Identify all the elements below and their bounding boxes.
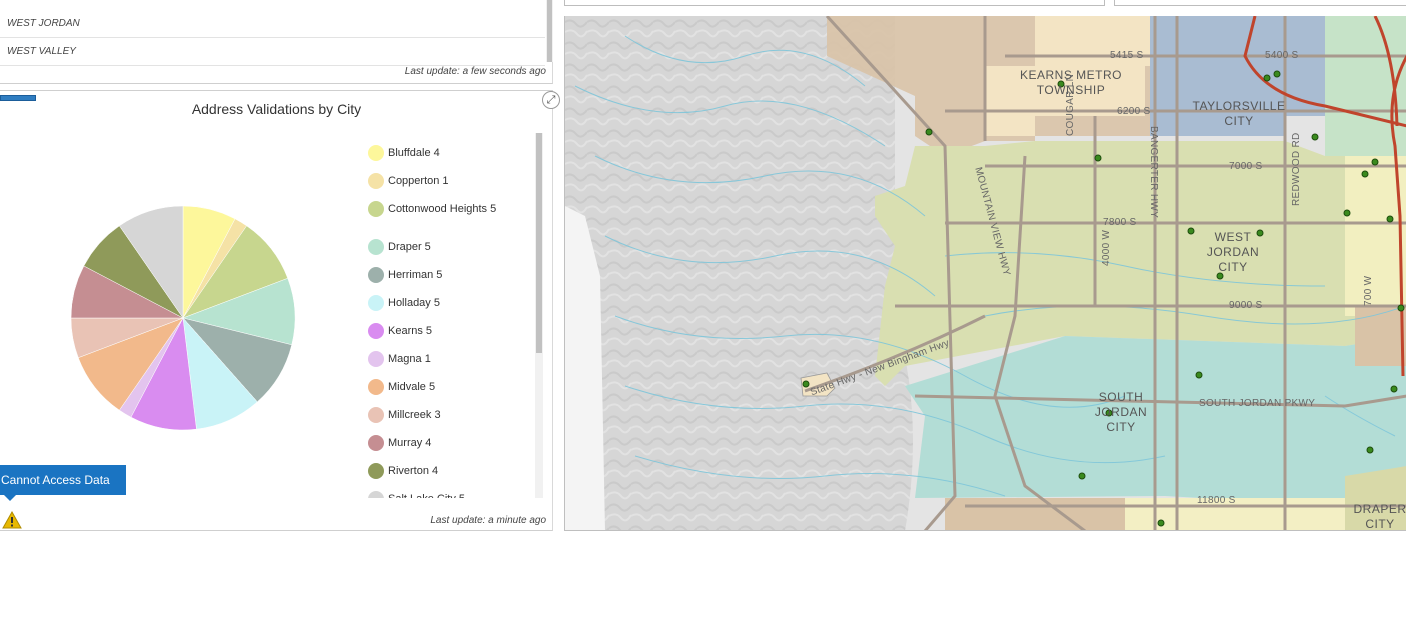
map-filter-bar[interactable] [1114, 0, 1406, 6]
legend-item-cottonwood-heights[interactable]: Cottonwood Heights 5 [366, 197, 532, 235]
road-label-7800: 7800 S [1103, 217, 1137, 228]
map-view[interactable]: KEARNS METRO TOWNSHIP TAYLORSVILLE CITY … [564, 16, 1406, 531]
legend-item-salt-lake-city[interactable]: Salt Lake City 5 [366, 487, 532, 498]
legend-label: Midvale 5 [388, 381, 436, 393]
legend-label: Herriman 5 [388, 269, 443, 281]
road-label-4000w: 4000 W [1101, 229, 1112, 266]
legend-label: Magna 1 [388, 353, 431, 365]
legend-item-murray[interactable]: Murray 4 [366, 431, 532, 459]
legend-item-magna[interactable]: Magna 1 [366, 347, 532, 375]
legend-swatch [368, 267, 384, 283]
road-label-bangerter: BANGERTER HWY [1148, 126, 1159, 219]
legend-label: Copperton 1 [388, 175, 449, 187]
dashboard: WEST JORDAN WEST VALLEY Last update: a f… [0, 0, 1406, 630]
legend-swatch [368, 145, 384, 161]
legend-item-herriman[interactable]: Herriman 5 [366, 263, 532, 291]
legend-item-kearns[interactable]: Kearns 5 [366, 319, 532, 347]
chart-legend: Bluffdale 4 Copperton 1 Cottonwood Heights… [366, 141, 532, 498]
legend-item-copperton[interactable]: Copperton 1 [366, 169, 532, 197]
legend-label: Draper 5 [388, 241, 431, 253]
legend-label: Holladay 5 [388, 297, 440, 309]
list-scrollbar[interactable] [546, 0, 553, 62]
error-tooltip: Cannot Access Data [0, 465, 126, 495]
road-label-redwood: REDWOOD RD [1291, 132, 1302, 206]
road-label-700w: 700 W [1363, 275, 1374, 306]
legend-swatch [368, 201, 384, 217]
legend-item-midvale[interactable]: Midvale 5 [366, 375, 532, 403]
pie-chart [70, 205, 296, 431]
road-label-11800: 11800 S [1197, 495, 1236, 506]
legend-swatch [368, 173, 384, 189]
road-label-5415: 5415 S [1110, 50, 1144, 61]
legend-item-holladay[interactable]: Holladay 5 [366, 291, 532, 319]
chart-last-update: Last update: a minute ago [430, 515, 546, 526]
legend-label: Bluffdale 4 [388, 147, 440, 159]
legend-swatch [368, 351, 384, 367]
legend-swatch [368, 295, 384, 311]
map-label-west-jordan: WEST JORDAN CITY [1206, 230, 1260, 274]
legend-scrollbar[interactable] [535, 133, 543, 498]
legend-swatch [368, 323, 384, 339]
map-label-taylorsville: TAYLORSVILLE CITY [1192, 99, 1286, 128]
list-item-label: WEST VALLEY [7, 46, 76, 57]
legend-label: Riverton 4 [388, 465, 439, 477]
legend-swatch [368, 435, 384, 451]
chart-title: Address Validations by City [191, 101, 362, 117]
error-tooltip-arrow [4, 495, 16, 501]
road-label-cougar: COUGAR LN [1065, 73, 1076, 136]
list-last-update: Last update: a few seconds ago [404, 66, 546, 77]
map-canvas[interactable] [565, 16, 1406, 531]
legend-label: Salt Lake City 5 [388, 493, 498, 498]
road-label-9000: 9000 S [1229, 300, 1263, 311]
legend-item-draper[interactable]: Draper 5 [366, 235, 532, 263]
legend-item-millcreek[interactable]: Millcreek 3 [366, 403, 532, 431]
chart-panel: Address Validations by City ⤢ Bluffdale … [0, 90, 560, 531]
legend-item-bluffdale[interactable]: Bluffdale 4 [366, 141, 532, 169]
warning-icon[interactable] [2, 511, 22, 529]
map-label-south-jordan: SOUTH JORDAN CITY [1094, 390, 1148, 434]
map-search-bar[interactable] [564, 0, 1105, 6]
legend-label: Cottonwood Heights 5 [388, 203, 497, 215]
legend-scrollbar-thumb[interactable] [536, 133, 542, 353]
list-item-label: WEST JORDAN [7, 18, 80, 29]
list-scrollbar-thumb[interactable] [547, 0, 552, 62]
legend-swatch [368, 463, 384, 479]
legend-item-riverton[interactable]: Riverton 4 [366, 459, 532, 487]
legend-swatch [368, 491, 384, 498]
legend-swatch [368, 379, 384, 395]
road-label-south-jordan-pkwy: SOUTH JORDAN PKWY [1199, 398, 1316, 409]
city-list-panel: WEST JORDAN WEST VALLEY Last update: a f… [0, 0, 553, 84]
legend-label: Millcreek 3 [388, 409, 441, 421]
map-label-draper: DRAPER CITY [1353, 502, 1406, 531]
list-item[interactable]: WEST VALLEY [0, 38, 545, 66]
legend-swatch [368, 407, 384, 423]
road-label-6200: 6200 S [1117, 106, 1151, 117]
road-label-5400: 5400 S [1265, 50, 1299, 61]
legend-label: Murray 4 [388, 437, 432, 449]
legend-label: Kearns 5 [388, 325, 433, 337]
road-label-7000: 7000 S [1229, 161, 1263, 172]
expand-icon[interactable]: ⤢ [542, 91, 560, 109]
list-item[interactable]: WEST JORDAN [0, 10, 545, 38]
legend-swatch [368, 239, 384, 255]
